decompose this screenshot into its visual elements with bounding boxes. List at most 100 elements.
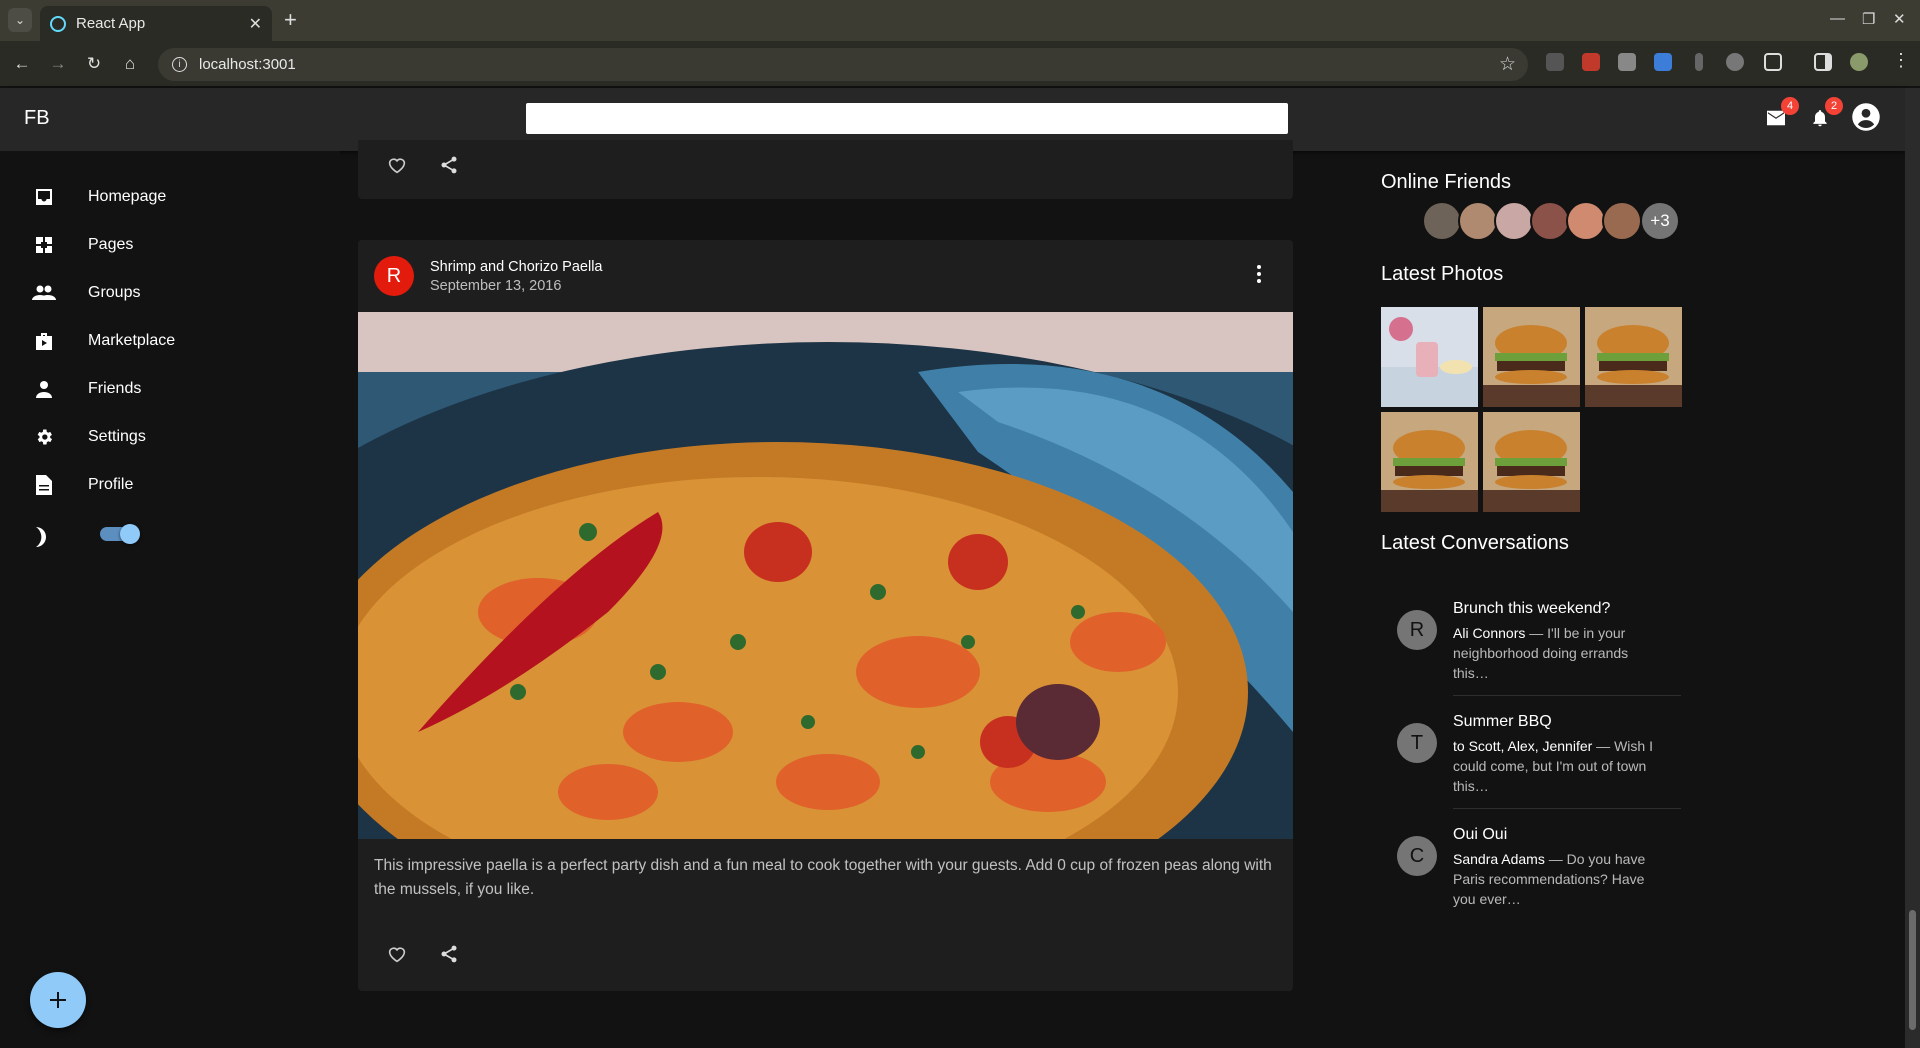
conversation-item[interactable]: T Summer BBQ to Scott, Alex, Jennifer — … xyxy=(1381,713,1681,813)
friend-avatar[interactable] xyxy=(1566,201,1606,241)
new-tab-icon[interactable]: + xyxy=(284,7,297,33)
page-scrollbar[interactable] xyxy=(1905,88,1920,1048)
burger-photo xyxy=(1483,307,1580,407)
sidebar-item-label: Marketplace xyxy=(88,332,176,349)
photo-thumbnail[interactable] xyxy=(1483,307,1580,407)
browser-tab-strip: ⌄ React App ✕ + — ❐ ✕ xyxy=(0,0,1920,41)
paella-photo xyxy=(358,312,1293,839)
sidebar-item-friends[interactable]: Friends xyxy=(0,365,340,413)
like-button[interactable] xyxy=(382,939,412,969)
post-title: Shrimp and Chorizo Paella xyxy=(430,258,603,275)
dark-mode-icon xyxy=(34,527,52,552)
post-header: R Shrimp and Chorizo Paella September 13… xyxy=(374,256,602,296)
conversation-title: Oui Oui xyxy=(1453,826,1508,843)
home-icon[interactable]: ⌂ xyxy=(117,51,143,77)
friend-avatar[interactable] xyxy=(1602,201,1642,241)
account-button[interactable] xyxy=(1851,102,1881,132)
more-vert-icon xyxy=(1257,265,1261,283)
storefront-icon xyxy=(32,329,56,353)
reload-icon[interactable]: ↻ xyxy=(81,51,107,77)
dark-mode-switch[interactable] xyxy=(100,524,140,544)
online-friends-heading: Online Friends xyxy=(1381,171,1512,193)
mail-badge: 4 xyxy=(1781,97,1799,115)
friend-avatar[interactable] xyxy=(1458,201,1498,241)
notifications-button[interactable]: 2 xyxy=(1805,97,1843,133)
tab-search-button[interactable]: ⌄ xyxy=(8,8,32,32)
post-date: September 13, 2016 xyxy=(430,277,562,294)
add-post-button[interactable] xyxy=(30,972,86,1028)
settings-gear-icon xyxy=(32,425,56,449)
post-image xyxy=(358,312,1293,839)
conversation-item[interactable]: R Brunch this weekend? Ali Connors — I'l… xyxy=(1381,600,1681,700)
notifications-badge: 2 xyxy=(1825,97,1843,115)
site-info-icon[interactable]: i xyxy=(172,57,187,72)
conversation-title: Summer BBQ xyxy=(1453,713,1552,730)
extension-icon[interactable] xyxy=(1582,53,1600,71)
share-icon xyxy=(441,945,457,963)
conversation-sender: Ali Connors xyxy=(1453,625,1526,641)
like-button[interactable] xyxy=(382,150,412,180)
latest-photos-heading: Latest Photos xyxy=(1381,263,1504,285)
sidebar-item-settings[interactable]: Settings xyxy=(0,413,340,461)
post-avatar[interactable]: R xyxy=(374,256,414,296)
address-bar[interactable]: i localhost:3001 ☆ xyxy=(158,48,1528,81)
breakfast-photo xyxy=(1381,307,1478,407)
app-logo[interactable]: FB xyxy=(24,107,50,130)
browser-tab[interactable]: React App ✕ xyxy=(40,6,272,41)
photo-thumbnail[interactable] xyxy=(1381,307,1478,407)
share-button[interactable] xyxy=(434,939,464,969)
conversation-snippet: Sandra Adams — Do you have Paris recomme… xyxy=(1453,849,1663,909)
tab-close-icon[interactable]: ✕ xyxy=(249,14,262,34)
search-input[interactable] xyxy=(526,103,1288,134)
extensions-puzzle-icon[interactable] xyxy=(1764,53,1782,71)
burger-photo xyxy=(1381,412,1478,512)
extension-icon[interactable] xyxy=(1726,53,1744,71)
close-window-icon[interactable]: ✕ xyxy=(1893,10,1906,28)
extension-icon[interactable] xyxy=(1654,53,1672,71)
sidebar-item-label: Settings xyxy=(88,428,146,445)
burger-photo xyxy=(1483,412,1580,512)
scrollbar-thumb[interactable] xyxy=(1909,910,1916,1030)
side-panel-icon[interactable] xyxy=(1814,53,1832,71)
extension-icon[interactable] xyxy=(1695,53,1703,71)
sidebar-item-pages[interactable]: Pages xyxy=(0,221,340,269)
friend-avatar[interactable] xyxy=(1530,201,1570,241)
extension-icon[interactable] xyxy=(1546,53,1564,71)
react-favicon-icon xyxy=(50,15,66,32)
forward-icon[interactable]: → xyxy=(45,51,71,77)
friend-avatar[interactable] xyxy=(1494,201,1534,241)
more-friends-avatar[interactable]: +3 xyxy=(1640,201,1680,241)
photo-thumbnail[interactable] xyxy=(1585,307,1682,407)
more-options-button[interactable] xyxy=(1247,262,1271,292)
conversation-title: Brunch this weekend? xyxy=(1453,600,1611,617)
sidebar-item-marketplace[interactable]: Marketplace xyxy=(0,317,340,365)
pages-icon xyxy=(32,233,56,257)
conversation-divider xyxy=(1453,695,1681,696)
tab-title: React App xyxy=(76,15,146,32)
profile-avatar-icon[interactable] xyxy=(1850,53,1868,71)
heart-outline-icon xyxy=(388,158,406,174)
sidebar-item-profile[interactable]: Profile xyxy=(0,461,340,509)
article-icon xyxy=(32,473,56,497)
group-icon xyxy=(32,281,56,305)
restore-icon[interactable]: ❐ xyxy=(1862,10,1875,28)
conversation-avatar: R xyxy=(1397,610,1437,650)
mail-button[interactable]: 4 xyxy=(1761,97,1799,133)
sidebar-item-homepage[interactable]: Homepage xyxy=(0,173,340,221)
bookmark-star-icon[interactable]: ☆ xyxy=(1499,53,1516,76)
conversation-item[interactable]: C Oui Oui Sandra Adams — Do you have Par… xyxy=(1381,826,1681,926)
minimize-icon[interactable]: — xyxy=(1830,10,1845,27)
sidebar-item-label: Friends xyxy=(88,380,142,397)
photo-thumbnail[interactable] xyxy=(1381,412,1478,512)
post-description: This impressive paella is a perfect part… xyxy=(374,857,1272,898)
plus-icon xyxy=(50,992,66,1008)
heart-outline-icon xyxy=(388,947,406,963)
sidebar-item-label: Pages xyxy=(88,236,134,253)
share-button[interactable] xyxy=(434,150,464,180)
back-icon[interactable]: ← xyxy=(9,51,35,77)
sidebar-item-groups[interactable]: Groups xyxy=(0,269,340,317)
photo-thumbnail[interactable] xyxy=(1483,412,1580,512)
browser-menu-icon[interactable]: ⋮ xyxy=(1892,50,1910,71)
friend-avatar[interactable] xyxy=(1422,201,1462,241)
extension-icon[interactable] xyxy=(1618,53,1636,71)
